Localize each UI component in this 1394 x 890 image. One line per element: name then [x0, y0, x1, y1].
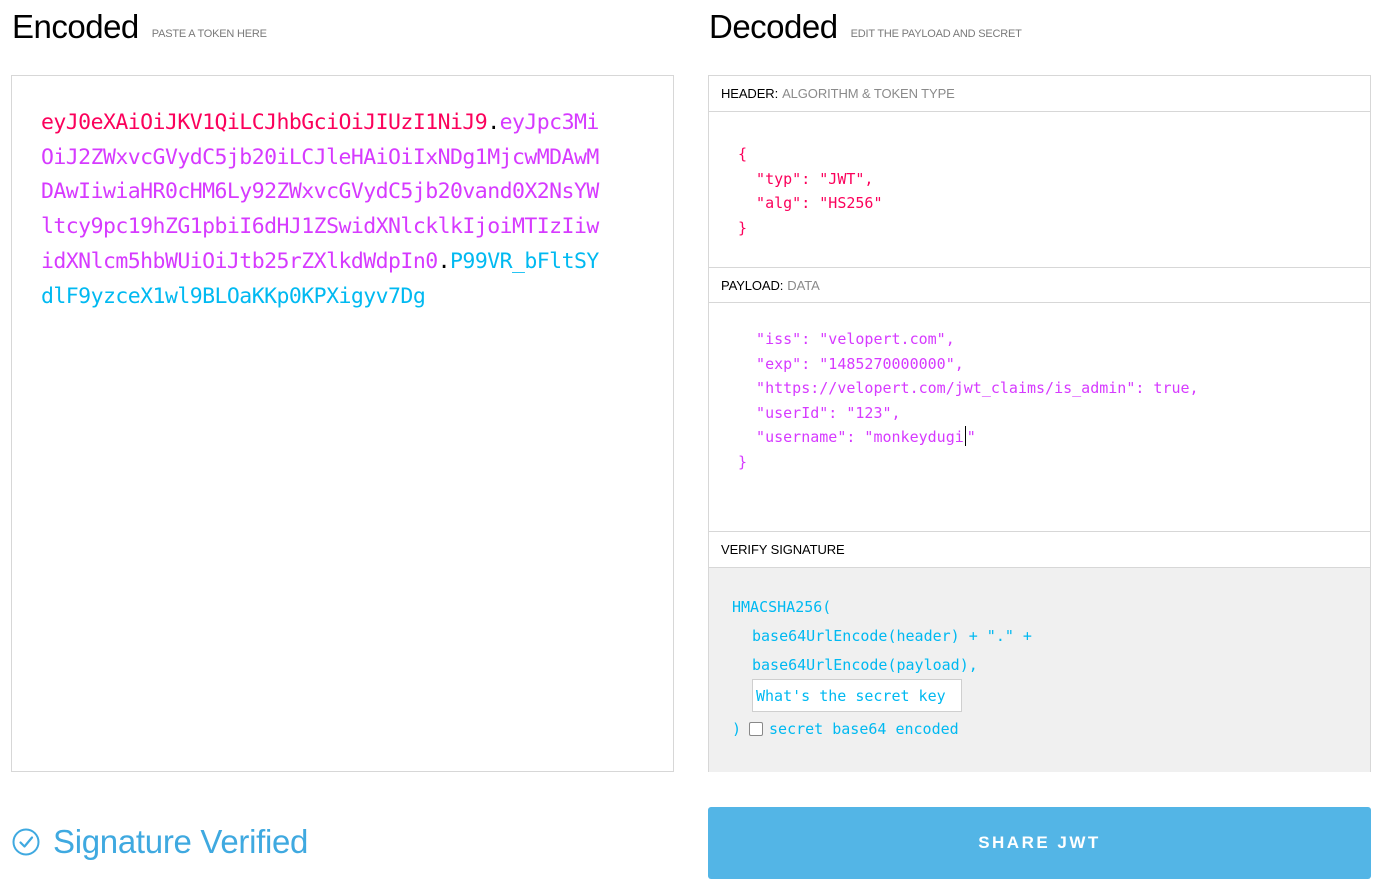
- token-separator: .: [437, 248, 451, 274]
- payload-label-main: PAYLOAD:: [721, 277, 784, 293]
- secret-key-input[interactable]: [752, 679, 962, 712]
- share-jwt-button[interactable]: SHARE JWT: [708, 807, 1371, 879]
- secret-base64-checkbox[interactable]: [749, 722, 764, 736]
- encoded-token-text[interactable]: eyJ0eXAiOiJKV1QiLCJhbGciOiJIUzI1NiJ9.eyJ…: [41, 106, 601, 314]
- token-header-part: eyJ0eXAiOiJKV1QiLCJhbGciOiJIUzI1NiJ9: [41, 110, 488, 135]
- header-label-main: HEADER:: [721, 86, 779, 101]
- token-separator: .: [487, 110, 500, 135]
- encoded-subtitle: PASTE A TOKEN HERE: [151, 28, 267, 40]
- verify-signature-area: HMACSHA256( base64UrlEncode(header) + ".…: [709, 568, 1370, 772]
- encoded-token-editor[interactable]: eyJ0eXAiOiJKV1QiLCJhbGciOiJIUzI1NiJ9.eyJ…: [11, 75, 674, 772]
- text-caret: [964, 426, 966, 446]
- verify-label-main: VERIFY SIGNATURE: [721, 542, 845, 557]
- header-json-editor[interactable]: { "typ": "JWT", "alg": "HS256" }: [738, 142, 883, 240]
- secret-base64-label[interactable]: secret base64 encoded: [769, 720, 959, 738]
- payload-section-label: PAYLOAD: DATA: [709, 267, 1370, 303]
- payload-json-editor[interactable]: "iss": "velopert.com", "exp": "148527000…: [738, 327, 1199, 474]
- hmac-function-line: HMACSHA256(: [732, 598, 832, 616]
- decoded-title: Decoded: [709, 8, 838, 45]
- header-encode-line: base64UrlEncode(header) + "." +: [752, 627, 1032, 645]
- payload-label-sub: DATA: [787, 277, 820, 293]
- header-section-label: HEADER: ALGORITHM & TOKEN TYPE: [709, 76, 1370, 112]
- decoded-subtitle: EDIT THE PAYLOAD AND SECRET: [850, 28, 1022, 40]
- payload-encode-line: base64UrlEncode(payload),: [752, 656, 978, 674]
- close-paren: ): [732, 720, 742, 738]
- signature-status-text: Signature Verified: [53, 823, 309, 860]
- decoded-panel: HEADER: ALGORITHM & TOKEN TYPE { "typ": …: [708, 75, 1371, 772]
- decoded-heading: Decoded EDIT THE PAYLOAD AND SECRET: [709, 8, 1022, 46]
- encoded-title: Encoded: [12, 8, 139, 45]
- header-label-sub: ALGORITHM & TOKEN TYPE: [782, 86, 955, 101]
- close-paren-line: ) secret base64 encoded: [732, 720, 959, 738]
- encoded-heading: Encoded PASTE A TOKEN HERE: [12, 8, 267, 46]
- check-circle-icon: [12, 828, 40, 856]
- signature-status: Signature Verified: [11, 823, 308, 861]
- verify-section-label: VERIFY SIGNATURE: [709, 531, 1370, 568]
